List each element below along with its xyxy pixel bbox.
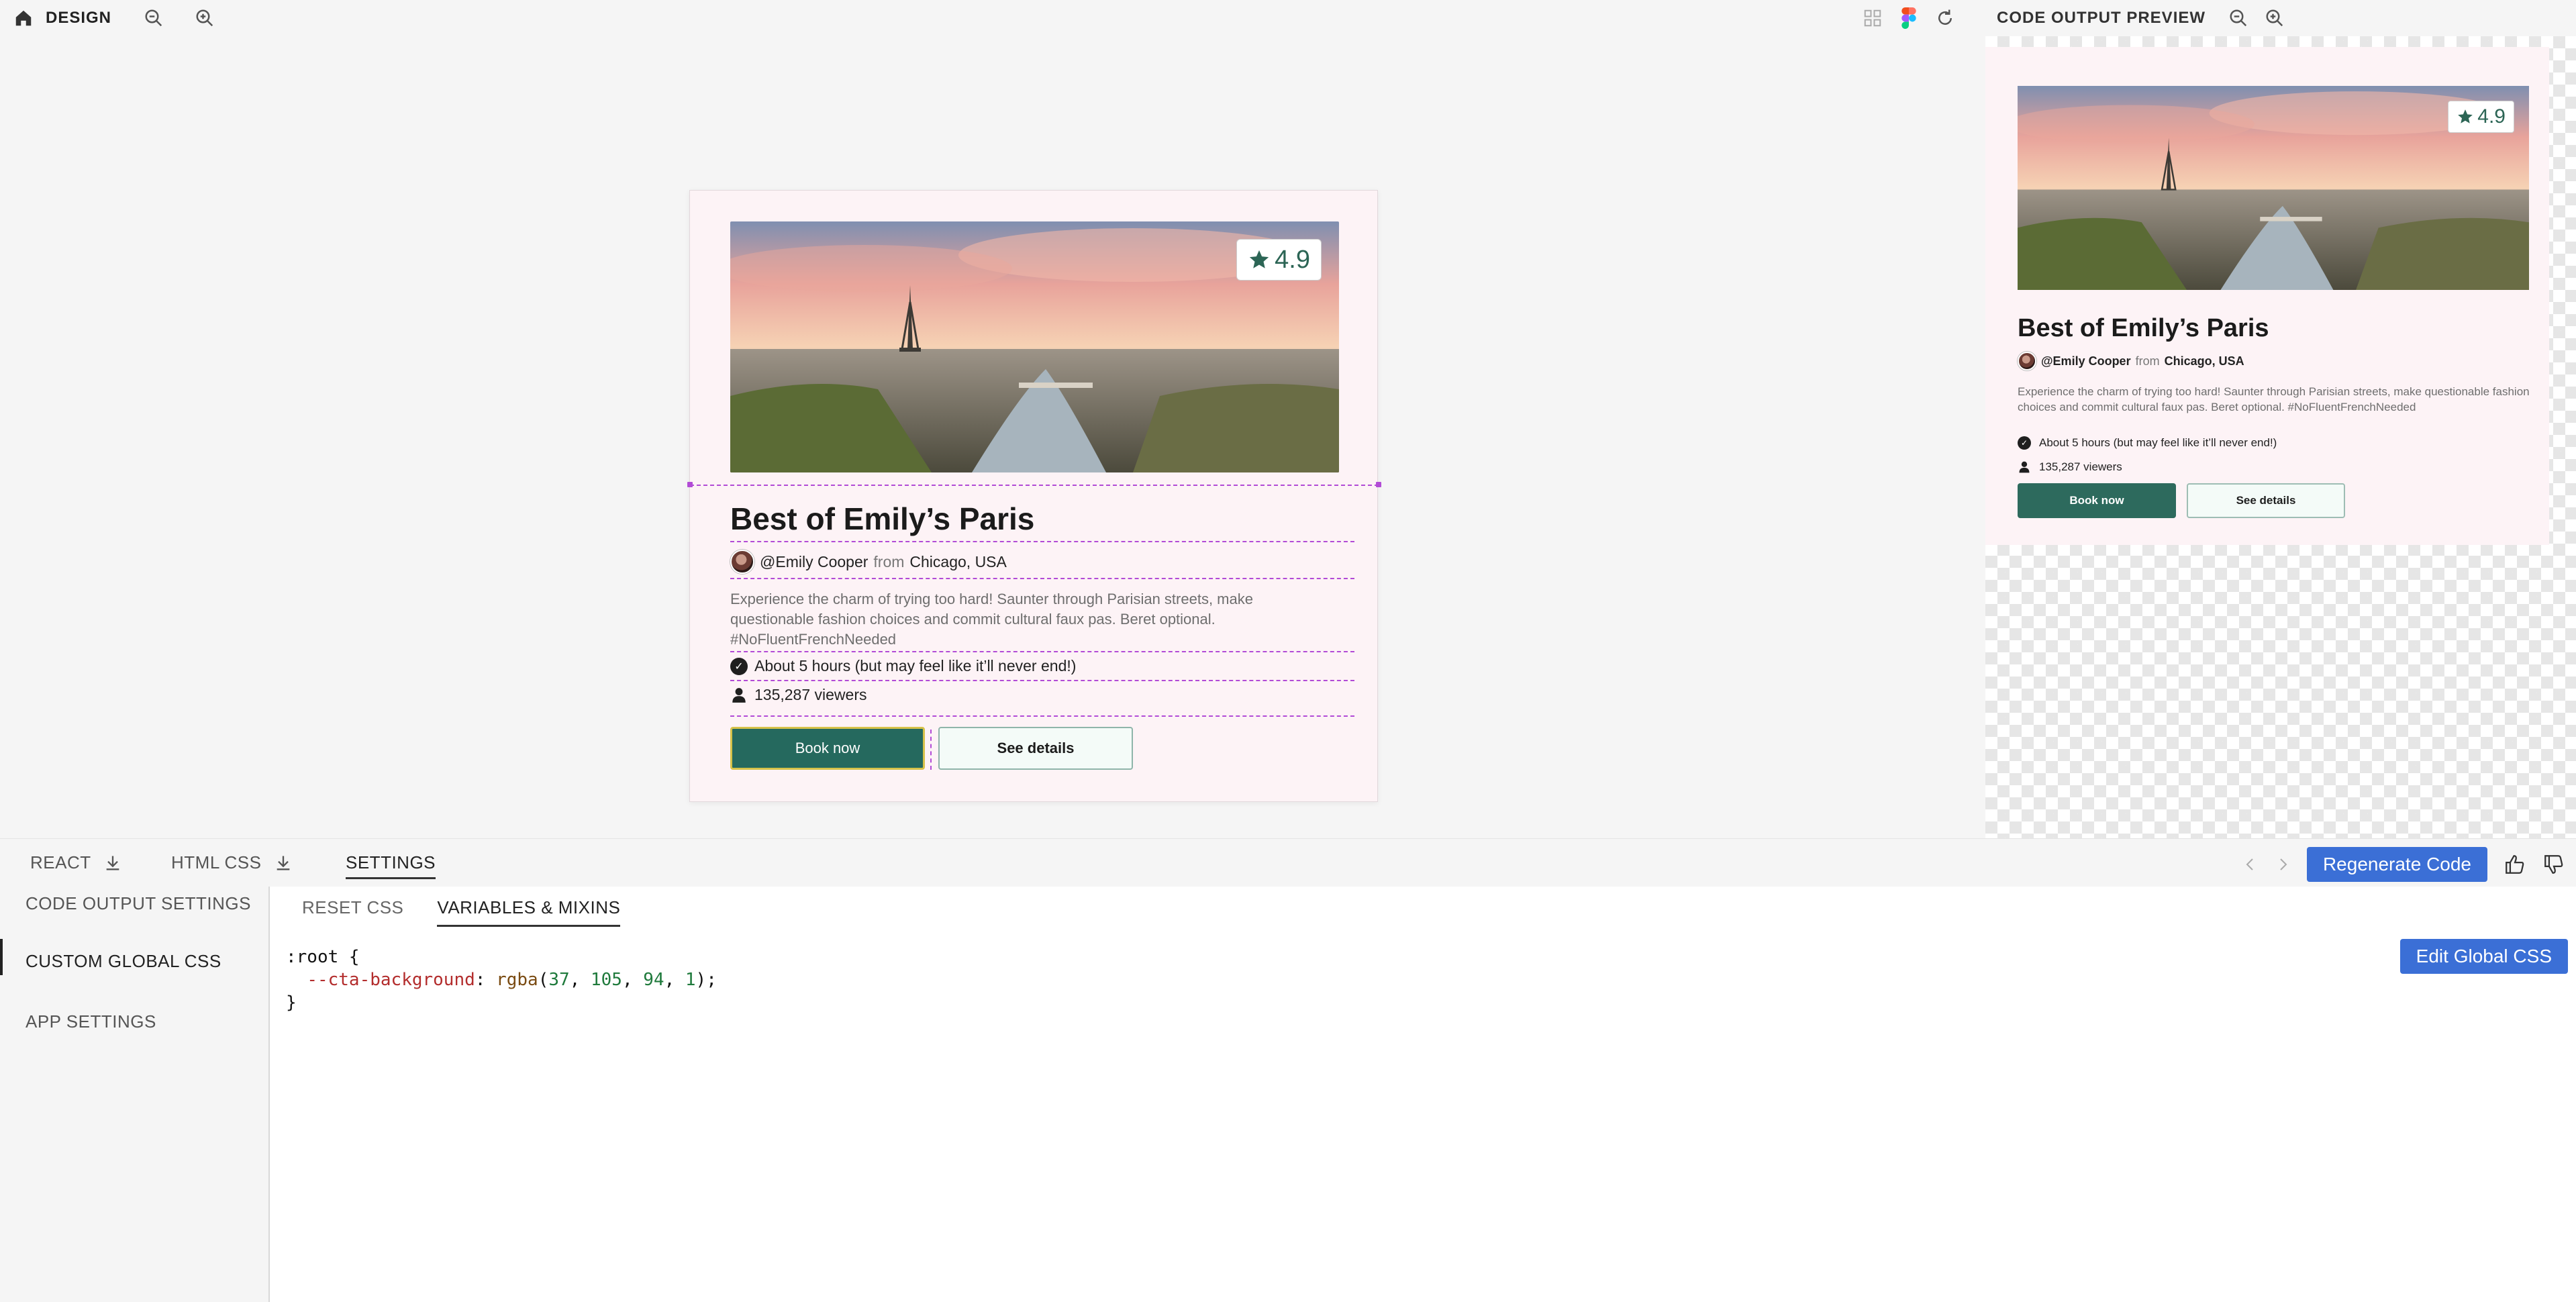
chevron-right-icon[interactable]	[2275, 854, 2291, 874]
preview-duration-text: About 5 hours (but may feel like it’ll n…	[2039, 436, 2277, 449]
thumbs-up-icon[interactable]	[2504, 853, 2526, 876]
home-icon[interactable]	[13, 8, 34, 28]
preview-toolbar: CODE OUTPUT PREVIEW	[1997, 0, 2285, 36]
rating-badge: 4.9	[1236, 239, 1322, 281]
zoom-out-icon[interactable]	[144, 8, 164, 28]
preview-from-label: from	[2135, 354, 2160, 368]
tab-variables-mixins[interactable]: VARIABLES & MIXINS	[437, 897, 621, 927]
global-css-editor[interactable]: RESET CSS VARIABLES & MIXINS :root { --c…	[270, 887, 2576, 1302]
preview-rating-badge: 4.9	[2448, 101, 2514, 133]
preview-rating-value: 4.9	[2477, 105, 2506, 128]
design-canvas[interactable]: 4.9 Best of Emily’s Paris @Emily Cooper …	[0, 36, 1984, 838]
code-property: --cta-background	[307, 970, 475, 990]
download-icon[interactable]	[103, 854, 122, 872]
refresh-icon[interactable]	[1935, 8, 1955, 28]
code-function: rgba	[496, 970, 538, 990]
settings-menu: CODE OUTPUT SETTINGS CUSTOM GLOBAL CSS A…	[0, 887, 270, 1302]
preview-author-location: Chicago, USA	[2164, 354, 2244, 368]
from-label: from	[873, 552, 905, 570]
tab-settings-label: SETTINGS	[346, 852, 436, 879]
card-description[interactable]: Experience the charm of trying too hard!…	[730, 589, 1334, 650]
download-icon[interactable]	[274, 854, 293, 872]
preview-viewers-text: 135,287 viewers	[2039, 460, 2122, 473]
author-name: @Emily Cooper	[760, 552, 869, 570]
preview-title: CODE OUTPUT PREVIEW	[1997, 9, 2206, 27]
code-line-root: :root {	[286, 947, 360, 967]
selection-guide	[930, 730, 932, 770]
check-circle-icon: ✓	[2018, 436, 2031, 450]
tab-settings[interactable]: SETTINGS	[346, 852, 436, 879]
edit-global-css-wrapper: Edit Global CSS	[2399, 939, 2568, 974]
canvas-actions	[1863, 0, 1955, 36]
tab-html-css-label: HTML CSS	[171, 852, 262, 872]
person-icon	[730, 687, 748, 704]
selection-guide	[730, 680, 1354, 681]
code-arg: 105	[590, 970, 622, 990]
design-toolbar: DESIGN	[0, 0, 215, 36]
code-arg: 1	[685, 970, 696, 990]
css-sub-tabs: RESET CSS VARIABLES & MIXINS	[302, 897, 621, 927]
duration-text: About 5 hours (but may feel like it’ll n…	[754, 657, 1077, 674]
preview-card: 4.9 Best of Emily’s Paris @Emily Cooper …	[1985, 47, 2549, 545]
figma-icon[interactable]	[1901, 7, 1916, 29]
person-icon	[2018, 460, 2031, 474]
preview-duration-row: ✓ About 5 hours (but may feel like it’ll…	[2018, 436, 2277, 450]
preview-author-name: @Emily Cooper	[2041, 354, 2131, 368]
avatar	[730, 550, 754, 574]
code-arg: 94	[643, 970, 664, 990]
code-output-preview[interactable]: 4.9 Best of Emily’s Paris @Emily Cooper …	[1985, 36, 2576, 838]
code-block[interactable]: :root { --cta-background: rgba(37, 105, …	[286, 946, 717, 1014]
chevron-left-icon[interactable]	[2242, 854, 2259, 874]
regenerate-code-button[interactable]: Regenerate Code	[2306, 847, 2487, 882]
preview-book-now-button[interactable]: Book now	[2018, 483, 2176, 518]
code-line-close: }	[286, 993, 297, 1013]
grid-icon[interactable]	[1863, 8, 1883, 28]
active-indicator	[0, 939, 3, 975]
thumbs-down-icon[interactable]	[2542, 853, 2565, 876]
card-title[interactable]: Best of Emily’s Paris	[730, 501, 1034, 537]
zoom-in-icon[interactable]	[2265, 8, 2285, 28]
selection-guide	[730, 651, 1354, 652]
selection-guide	[730, 541, 1354, 542]
selection-guide	[690, 485, 1379, 486]
star-icon	[1248, 248, 1271, 271]
zoom-out-icon[interactable]	[2228, 8, 2248, 28]
output-tabs-bar: REACT HTML CSS SETTINGS Regenerate Code	[0, 838, 2576, 887]
selection-guide	[730, 578, 1354, 579]
menu-app-settings[interactable]: APP SETTINGS	[26, 1011, 156, 1032]
edit-global-css-button[interactable]: Edit Global CSS	[2399, 939, 2568, 974]
code-arg: 37	[548, 970, 570, 990]
guide-handle	[687, 482, 693, 487]
author-row[interactable]: @Emily Cooper from Chicago, USA	[730, 550, 1007, 574]
menu-code-output-settings[interactable]: CODE OUTPUT SETTINGS	[26, 893, 251, 914]
zoom-in-icon[interactable]	[195, 8, 215, 28]
tab-reset-css[interactable]: RESET CSS	[302, 897, 403, 927]
avatar	[2018, 352, 2036, 370]
guide-handle	[1376, 482, 1381, 487]
viewers-text: 135,287 viewers	[754, 686, 867, 703]
preview-see-details-button[interactable]: See details	[2187, 483, 2345, 518]
preview-hero-image: 4.9	[2018, 86, 2529, 290]
selection-guide	[730, 715, 1354, 717]
rating-value: 4.9	[1275, 245, 1310, 274]
preview-author-row: @Emily Cooper from Chicago, USA	[2018, 352, 2244, 370]
design-title: DESIGN	[46, 9, 112, 27]
tab-react-label: REACT	[30, 852, 91, 872]
tab-html-css[interactable]: HTML CSS	[171, 852, 293, 873]
star-icon	[2457, 108, 2474, 126]
viewers-row[interactable]: 135,287 viewers	[730, 686, 867, 704]
menu-custom-global-css[interactable]: CUSTOM GLOBAL CSS	[26, 951, 221, 972]
book-now-button[interactable]: Book now	[730, 727, 925, 770]
hero-image: 4.9	[730, 221, 1339, 472]
tab-react[interactable]: REACT	[30, 852, 122, 873]
see-details-button[interactable]: See details	[938, 727, 1133, 770]
preview-card-title: Best of Emily’s Paris	[2018, 314, 2269, 342]
preview-viewers-row: 135,287 viewers	[2018, 460, 2122, 474]
preview-card-description: Experience the charm of trying too hard!…	[2018, 385, 2530, 413]
check-circle-icon: ✓	[730, 657, 748, 675]
author-location: Chicago, USA	[909, 552, 1007, 570]
duration-row[interactable]: ✓ About 5 hours (but may feel like it’ll…	[730, 657, 1076, 675]
tabs-actions: Regenerate Code	[2242, 847, 2576, 882]
design-card[interactable]: 4.9 Best of Emily’s Paris @Emily Cooper …	[687, 190, 1381, 802]
